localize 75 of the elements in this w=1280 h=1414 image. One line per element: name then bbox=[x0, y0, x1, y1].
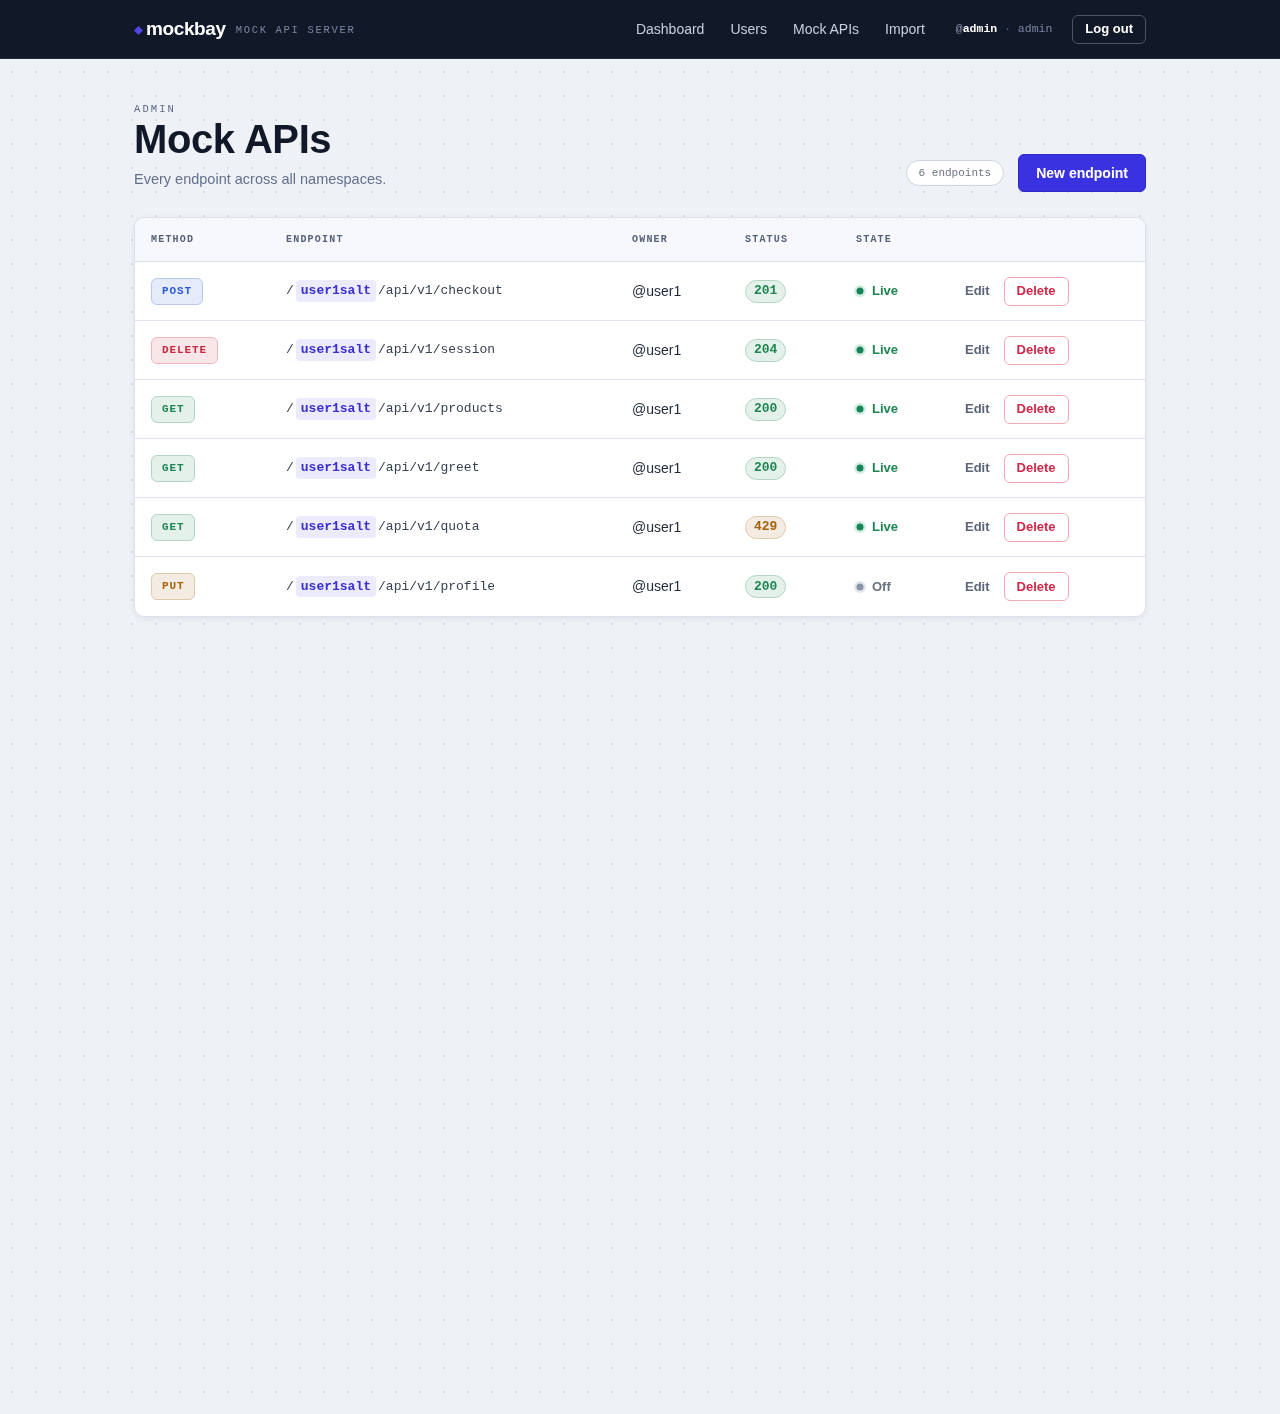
logout-button[interactable]: Log out bbox=[1072, 14, 1146, 44]
edit-link[interactable]: Edit bbox=[965, 340, 990, 360]
method-badge: GET bbox=[151, 454, 196, 482]
logo-text[interactable]: mockbay bbox=[146, 14, 226, 44]
state-label: Live bbox=[872, 518, 898, 537]
delete-button[interactable]: Delete bbox=[1003, 394, 1069, 424]
new-endpoint-button[interactable]: New endpoint bbox=[1018, 154, 1146, 192]
path-text: /api/v1/checkout bbox=[378, 282, 503, 301]
path-prefix: / bbox=[286, 400, 294, 419]
edit-link[interactable]: Edit bbox=[965, 517, 990, 537]
namespace-tag: user1salt bbox=[295, 398, 377, 420]
namespace-tag: user1salt bbox=[295, 457, 377, 479]
path-prefix: / bbox=[286, 341, 294, 360]
column-header: STATUS bbox=[745, 233, 789, 247]
delete-button[interactable]: Delete bbox=[1003, 276, 1069, 306]
method-badge: DELETE bbox=[151, 336, 218, 364]
delete-button[interactable]: Delete bbox=[1003, 572, 1069, 601]
edit-link[interactable]: Edit bbox=[965, 399, 990, 419]
path-prefix: / bbox=[286, 282, 294, 301]
path-text: /api/v1/greet bbox=[378, 459, 480, 478]
state-label: Live bbox=[872, 282, 898, 301]
status-code-badge: 429 bbox=[745, 515, 787, 539]
path-prefix: / bbox=[286, 459, 294, 478]
state-label: Off bbox=[872, 577, 891, 596]
user-handle: @admin bbox=[955, 21, 998, 38]
state-label: Live bbox=[872, 459, 898, 478]
method-badge: GET bbox=[151, 513, 196, 541]
path-prefix: / bbox=[286, 518, 294, 537]
path-text: /api/v1/products bbox=[378, 400, 503, 419]
delete-button[interactable]: Delete bbox=[1003, 453, 1069, 483]
state-label: Live bbox=[872, 400, 898, 419]
column-header: ENDPOINT bbox=[286, 233, 344, 247]
status-code-badge: 201 bbox=[745, 279, 787, 303]
tagline: MOCK API SERVER bbox=[235, 23, 356, 39]
owner-text: @user1 bbox=[632, 399, 682, 419]
nav-link[interactable]: Import bbox=[885, 18, 925, 40]
method-badge: PUT bbox=[151, 573, 196, 600]
namespace-tag: user1salt bbox=[295, 280, 377, 302]
method-badge: POST bbox=[151, 277, 203, 305]
owner-text: @user1 bbox=[632, 340, 682, 360]
page-title: Mock APIs bbox=[134, 116, 333, 162]
namespace-tag: user1salt bbox=[295, 516, 377, 538]
namespace-tag: user1salt bbox=[295, 575, 377, 598]
owner-text: @user1 bbox=[632, 458, 682, 478]
column-header: OWNER bbox=[632, 233, 668, 247]
column-header: METHOD bbox=[151, 233, 195, 247]
owner-text: @user1 bbox=[632, 577, 682, 596]
edit-link[interactable]: Edit bbox=[965, 576, 990, 597]
endpoint-count-pill: 6 endpoints bbox=[905, 160, 1005, 186]
path-prefix: / bbox=[286, 577, 294, 596]
delete-button[interactable]: Delete bbox=[1003, 512, 1069, 542]
path-text: /api/v1/profile bbox=[378, 577, 496, 596]
nav-link[interactable]: Dashboard bbox=[635, 18, 705, 40]
owner-text: @user1 bbox=[632, 517, 682, 537]
status-code-badge: 200 bbox=[745, 397, 787, 421]
edit-link[interactable]: Edit bbox=[965, 281, 990, 301]
column-header: STATE bbox=[856, 233, 892, 247]
method-badge: GET bbox=[151, 395, 196, 423]
page-subtitle: Every endpoint across all namespaces. bbox=[134, 170, 387, 189]
state-label: Live bbox=[872, 341, 898, 360]
user-role: admin bbox=[1017, 21, 1053, 38]
diamond-icon bbox=[134, 26, 143, 35]
status-code-badge: 204 bbox=[745, 338, 787, 362]
path-text: /api/v1/session bbox=[378, 341, 496, 360]
status-code-badge: 200 bbox=[745, 575, 787, 598]
delete-button[interactable]: Delete bbox=[1003, 335, 1069, 365]
namespace-tag: user1salt bbox=[295, 339, 377, 361]
edit-link[interactable]: Edit bbox=[965, 458, 990, 478]
eyebrow-label: ADMIN bbox=[134, 102, 177, 116]
status-code-badge: 200 bbox=[745, 456, 787, 480]
path-text: /api/v1/quota bbox=[378, 518, 480, 537]
owner-text: @user1 bbox=[632, 281, 682, 301]
separator: · bbox=[1004, 21, 1011, 37]
nav-link[interactable]: Users bbox=[730, 18, 767, 40]
nav-link[interactable]: Mock APIs bbox=[792, 18, 860, 40]
